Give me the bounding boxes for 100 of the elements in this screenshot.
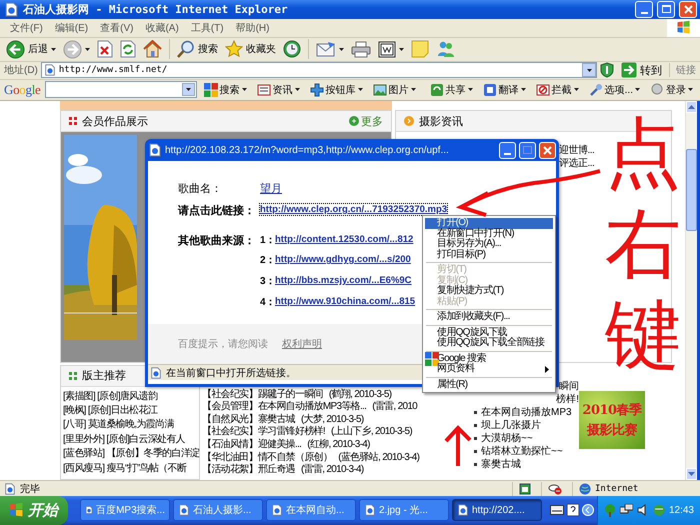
source-link[interactable]: http://www.gdhyg.com/...s/200 [275, 254, 411, 266]
window-title: 石油人摄影网 - Microsoft Internet Explorer [23, 2, 289, 17]
menu-item[interactable]: 目标另存为(A)... [425, 239, 553, 250]
menu-item[interactable]: 复制快捷方式(T) [425, 286, 553, 297]
taskbar-button[interactable]: 石油人摄影... [173, 499, 263, 522]
close-button[interactable] [679, 0, 697, 18]
article-link[interactable]: 【会员管理】在本网自动播放MP3等格... [202, 401, 366, 412]
article-link[interactable]: 【社会纪实】踢毽子的一瞬间 [202, 388, 323, 400]
recommend-link[interactable]: [西风瘦马] 瘦马“打”鸟帖（不断 [63, 462, 197, 476]
home-button[interactable] [141, 39, 164, 60]
minimize-button[interactable] [635, 0, 653, 18]
dropdown-button[interactable] [582, 63, 596, 78]
links-button[interactable]: 链接 [669, 63, 696, 78]
menu-item[interactable]: 查看(V) [94, 20, 140, 35]
help-icon[interactable] [566, 504, 579, 516]
toolbar-button[interactable]: 按钮库 [306, 82, 366, 97]
address-field[interactable]: http://www.smlf.net/ [40, 62, 597, 78]
down-arrow-icon[interactable] [688, 472, 695, 476]
taskbar-button[interactable]: 在本网自动... [266, 499, 356, 522]
menu-item[interactable]: 网页资料 [425, 364, 553, 375]
toolbar-button[interactable]: 翻译 [480, 82, 529, 97]
news-link[interactable]: 坝上几张摄片 [481, 418, 541, 432]
plus-icon [349, 116, 359, 126]
field-label: 歌曲名： [178, 182, 223, 196]
article-meta: (红柳, 2010-3-4) [307, 439, 370, 450]
toolbar-button[interactable]: 资讯 [254, 82, 303, 97]
minimize-button[interactable] [499, 142, 516, 159]
recommend-link[interactable]: [素描图] [原创]唐风遗韵 [63, 390, 197, 404]
source-link[interactable]: http://bbs.mzsjy.com/...E6%9C [275, 275, 412, 286]
taskbar-button[interactable]: 2.jpg - 光... [359, 499, 449, 522]
search-button[interactable]: 搜索 [200, 82, 250, 97]
news-link[interactable]: 在本网自动播放MP3 [481, 406, 572, 419]
newspaper-icon [256, 82, 271, 97]
toolbar-button[interactable]: 拦截 [532, 82, 582, 97]
song-link[interactable]: 望月 [260, 182, 282, 196]
article-link[interactable]: 【活动花絮】邢丘奇遇 [202, 464, 296, 476]
menu-item[interactable]: 帮助(H) [230, 20, 276, 35]
forward-button[interactable] [61, 38, 92, 60]
menu-item[interactable]: 添加到收藏夹(F)... [425, 312, 553, 323]
menu-item[interactable]: 打印目标(P) [425, 250, 553, 260]
menu-item[interactable]: 使用QQ旋风下载全部链接 [425, 338, 553, 349]
maximize-button[interactable] [519, 142, 536, 159]
toolbar-button[interactable]: 选项... [586, 82, 643, 97]
refresh-button[interactable] [118, 39, 138, 60]
more-link[interactable]: 更多 [349, 114, 383, 129]
scrollbar[interactable] [685, 101, 697, 480]
download-link[interactable]: http://www.clep.org.cn/...7193252370.mp3 [260, 204, 448, 216]
favorites-button[interactable]: 收藏夹 [223, 39, 278, 60]
toolbar-button[interactable]: 共享 [426, 82, 476, 97]
search-button[interactable]: 搜索 [175, 39, 220, 60]
caret-icon [358, 88, 363, 92]
keyboard-icon[interactable] [550, 505, 564, 516]
rights-link[interactable]: 权利声明 [282, 337, 322, 352]
search-field[interactable] [44, 81, 197, 98]
print-button[interactable] [349, 40, 373, 59]
chevron-icon[interactable] [582, 504, 594, 516]
recommend-link[interactable]: [蓝色驿站] 【原创】冬季的白洋淀 [63, 447, 197, 462]
start-button[interactable]: 开始 [0, 496, 68, 525]
news-link[interactable]: 钻塔林立勤探忙~~ [481, 444, 563, 458]
stop-button[interactable] [95, 39, 115, 60]
menu-item[interactable]: 属性(R) [425, 380, 553, 390]
scrollbar-thumb[interactable] [686, 149, 697, 232]
list-number: 3： [260, 275, 275, 290]
news-link[interactable]: 瞬间 [559, 380, 579, 392]
news-link[interactable]: 大漠胡杨~~ [481, 432, 533, 445]
network-icon[interactable] [620, 504, 633, 516]
menu-item[interactable]: 文件(F) [4, 20, 49, 35]
taskbar-button[interactable]: 百度MP3搜索... [80, 499, 170, 522]
news-link[interactable]: 迎世博... [559, 144, 594, 158]
article-link[interactable]: 【石油风情】迎健美操... [202, 439, 302, 450]
bullet-icon [404, 116, 414, 126]
history-button[interactable] [281, 39, 303, 60]
recommend-link[interactable]: [晚枫] [原创]日出松花江 [63, 404, 197, 418]
news-link[interactable]: 评选正... [559, 157, 594, 170]
recommend-link[interactable]: [八哥] 莫道桑榆晚,为霞尚满 [63, 418, 197, 433]
article-link[interactable]: 【华北油田】情不自禁（原创） [202, 452, 332, 463]
news-link[interactable]: 榜样! [556, 394, 579, 405]
article-meta: (大梦, 2010-3-5) [301, 414, 364, 425]
taskbar-button[interactable]: http://202.... [452, 499, 542, 522]
up-arrow-icon[interactable] [688, 105, 695, 110]
close-button[interactable] [539, 142, 556, 159]
article-link[interactable]: 【社会纪实】学习雷锋好榜样! [202, 426, 325, 438]
source-link[interactable]: http://www.910china.com/...815 [275, 296, 416, 308]
status-text: 在当前窗口中打开所选链接。 [166, 366, 296, 380]
toolbar-button[interactable]: 登录 [647, 82, 696, 97]
edit-button[interactable] [376, 40, 406, 59]
stop-icon [97, 40, 113, 58]
caret-icon [520, 88, 526, 92]
menu-item[interactable]: 收藏(A) [139, 20, 185, 35]
menu-item[interactable]: 工具(T) [184, 20, 230, 35]
menu-item[interactable]: 编辑(E) [48, 20, 94, 35]
recommend-link[interactable]: [里里外外] [原创]白云深处有人 [63, 432, 197, 448]
go-button[interactable]: 转到 [617, 62, 666, 78]
mail-button[interactable] [314, 40, 346, 58]
news-link[interactable]: 寨樊古城 [481, 458, 521, 471]
toolbar-button[interactable]: 图片 [370, 82, 419, 97]
maximize-button[interactable] [657, 0, 675, 18]
source-link[interactable]: http://content.12530.com/...812 [275, 234, 414, 246]
article-link[interactable]: 【自然风光】寨樊古城 [202, 414, 296, 425]
back-button[interactable]: 后退 [4, 38, 58, 60]
